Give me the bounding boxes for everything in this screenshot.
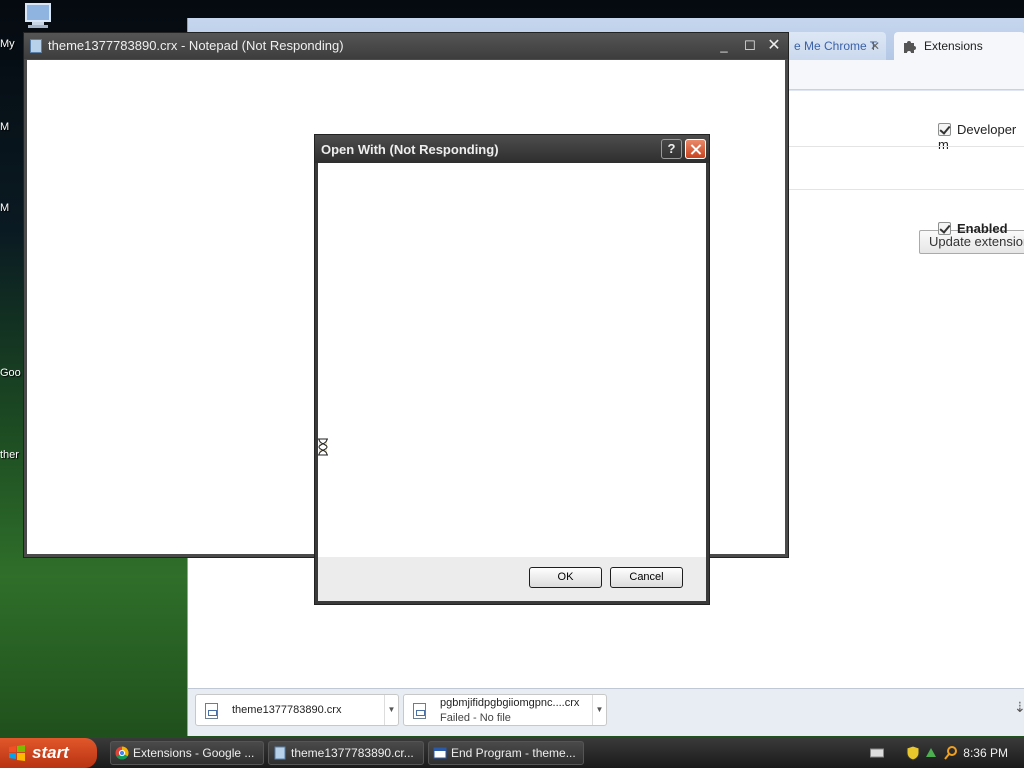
taskbar: start Extensions - Google ... theme13777… (0, 738, 1024, 768)
windows-flag-icon (9, 745, 25, 761)
enabled-checkbox[interactable] (938, 222, 951, 235)
window-title: theme1377783890.crx - Notepad (Not Respo… (48, 38, 344, 53)
start-button[interactable]: start (0, 738, 97, 768)
developer-mode-checkbox[interactable] (938, 123, 951, 136)
download-shelf: theme1377783890.crx ▼ pgbmjifidpgbgiiomg… (188, 688, 1024, 736)
dialog-footer: OK Cancel (318, 557, 706, 601)
ok-button[interactable]: OK (529, 567, 602, 588)
enabled-toggle[interactable]: Enabled (938, 221, 1008, 236)
chevron-down-icon[interactable]: ▼ (384, 695, 398, 725)
system-tray: 8:36 PM (866, 738, 1024, 768)
maximize-icon[interactable]: ☐ (740, 37, 760, 55)
tab-chrome-theme[interactable]: e Me Chrome T ✕ (786, 32, 886, 60)
chevron-down-icon[interactable]: ▼ (592, 695, 606, 725)
shield-icon[interactable] (906, 745, 920, 761)
taskbar-item-end-program[interactable]: End Program - theme... (428, 741, 584, 765)
divider (788, 189, 1024, 190)
download-item[interactable]: pgbmjifidpgbgiiomgpnc....crx Failed - No… (403, 694, 607, 726)
open-with-body: OK Cancel (318, 163, 706, 601)
notepad-titlebar[interactable]: theme1377783890.crx - Notepad (Not Respo… (24, 33, 788, 59)
puzzle-icon (904, 41, 916, 53)
download-arrow-icon[interactable]: ⇣ (1014, 699, 1024, 715)
enabled-label: Enabled (957, 221, 1008, 236)
clock: 8:36 PM (963, 746, 1008, 760)
cancel-button[interactable]: Cancel (610, 567, 683, 588)
close-icon[interactable] (685, 139, 706, 159)
network-icon[interactable] (924, 745, 938, 761)
divider (788, 146, 1024, 147)
file-icon (205, 703, 218, 719)
open-with-dialog: Open With (Not Responding) ? OK Cancel (314, 134, 710, 605)
tab-label: e Me Chrome T (794, 39, 878, 53)
taskbar-item-label: theme1377783890.cr... (291, 746, 414, 760)
help-icon[interactable]: ? (661, 139, 682, 159)
search-icon[interactable] (943, 745, 959, 761)
minimize-icon[interactable]: _ (714, 37, 734, 55)
download-status: Failed - No file (440, 712, 511, 724)
my-computer-icon[interactable] (22, 2, 54, 30)
keyboard-icon[interactable] (870, 747, 884, 759)
chrome-icon (115, 746, 129, 760)
notepad-icon (30, 39, 42, 53)
open-with-titlebar[interactable]: Open With (Not Responding) ? (315, 135, 709, 163)
window-icon (433, 747, 447, 759)
start-label: start (32, 743, 69, 762)
download-name: theme1377783890.crx (232, 704, 342, 716)
taskbar-item-label: Extensions - Google ... (133, 746, 255, 760)
tab-label: Extensions (924, 39, 983, 53)
developer-mode-toggle[interactable]: Developer m (938, 122, 1024, 152)
close-icon[interactable]: ✕ (764, 37, 784, 55)
hourglass-icon (318, 438, 328, 456)
taskbar-item-label: End Program - theme... (451, 746, 576, 760)
tab-extensions[interactable]: Extensions (894, 32, 1024, 60)
download-item[interactable]: theme1377783890.crx ▼ (195, 694, 399, 726)
close-icon[interactable]: ✕ (870, 32, 880, 60)
notepad-icon (274, 746, 286, 760)
taskbar-item-notepad[interactable]: theme1377783890.cr... (268, 741, 424, 765)
taskbar-item-chrome[interactable]: Extensions - Google ... (110, 741, 264, 765)
download-name: pgbmjifidpgbgiiomgpnc....crx (440, 697, 580, 709)
dialog-title: Open With (Not Responding) (321, 142, 499, 157)
file-icon (413, 703, 426, 719)
